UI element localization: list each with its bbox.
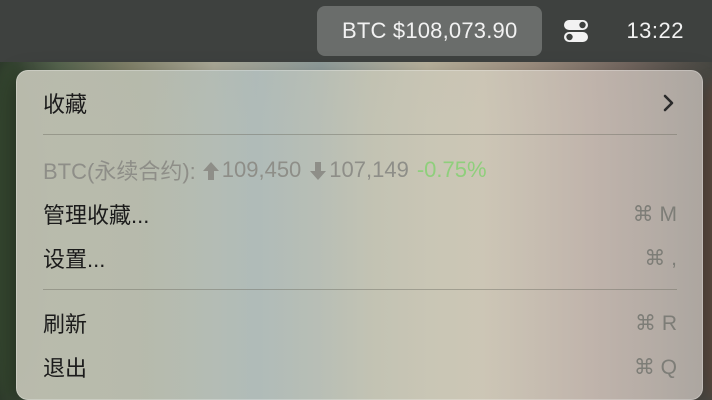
btc-price-status-item[interactable]: BTC $108,073.90 <box>316 6 543 56</box>
ticker-high: 109,450 <box>221 157 302 182</box>
manage-favorites-label: 管理收藏... <box>43 203 150 228</box>
refresh-label: 刷新 <box>43 312 88 337</box>
menu-item-settings[interactable]: 设置... ⌘ , <box>43 240 677 276</box>
btc-dropdown-menu: 收藏 BTC(永续合约): 109,450 107,149 -0.75% 管理收… <box>16 70 703 400</box>
menu-separator <box>43 134 677 135</box>
ticker-low: 107,149 <box>329 157 409 182</box>
menu-bar-clock[interactable]: 13:22 <box>626 18 684 44</box>
control-center-toggles-icon[interactable] <box>562 17 590 45</box>
menu-bar: BTC $108,073.90 13:22 <box>0 0 712 62</box>
menu-item-quit[interactable]: 退出 ⌘ Q <box>43 349 677 385</box>
menu-item-manage-favorites[interactable]: 管理收藏... ⌘ M <box>43 196 677 232</box>
arrow-down-icon <box>309 157 329 183</box>
menu-separator <box>43 289 677 290</box>
menu-item-refresh[interactable]: 刷新 ⌘ R <box>43 305 677 341</box>
refresh-shortcut: ⌘ R <box>635 311 677 335</box>
ticker-symbol: BTC(永续合约): <box>43 159 196 184</box>
arrow-up-icon <box>202 157 222 183</box>
quit-label: 退出 <box>43 356 88 381</box>
settings-label: 设置... <box>43 247 106 272</box>
btc-price-label: BTC $108,073.90 <box>341 18 518 43</box>
menu-item-favorites[interactable]: 收藏 <box>43 85 677 121</box>
btc-perpetual-ticker-row: BTC(永续合约): 109,450 107,149 -0.75% <box>43 152 487 188</box>
settings-shortcut: ⌘ , <box>644 246 677 270</box>
quit-shortcut: ⌘ Q <box>633 355 677 379</box>
ticker-change-percent: -0.75% <box>416 157 487 182</box>
chevron-right-icon <box>663 93 677 113</box>
manage-favorites-shortcut: ⌘ M <box>632 202 677 226</box>
desktop: BTC $108,073.90 13:22 收藏 BTC(永续合约): 109,… <box>0 0 712 400</box>
favorites-label: 收藏 <box>43 92 88 117</box>
